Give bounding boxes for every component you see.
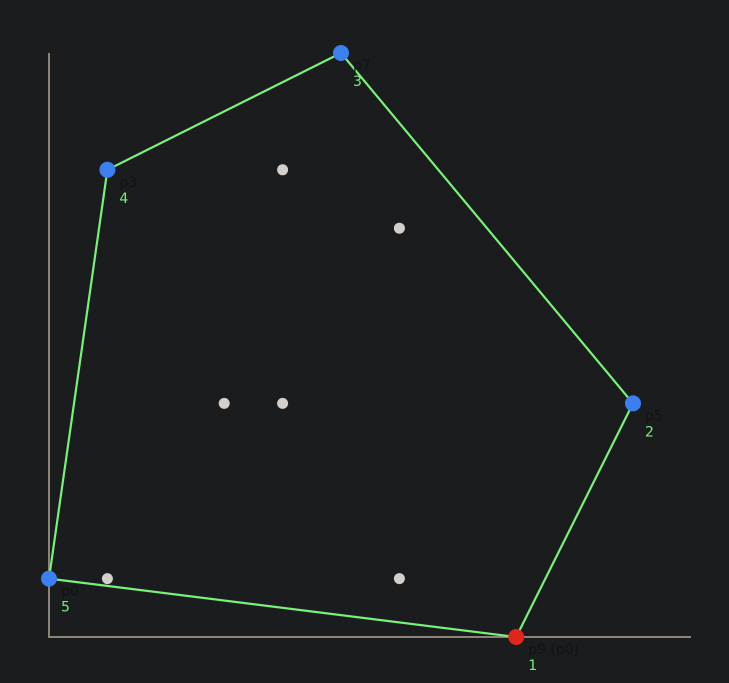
interior-point-1 xyxy=(101,573,113,585)
interior-point-3 xyxy=(218,397,230,409)
vertex-order-label-p9: 1 xyxy=(528,658,537,674)
hull-vertices xyxy=(41,45,641,645)
vertex-order-label-p0: 5 xyxy=(61,600,70,616)
start-vertex-p9 xyxy=(508,629,525,645)
vertex-name-label-p3: p3 xyxy=(119,175,137,191)
hull-vertex-p0 xyxy=(41,570,57,587)
hull-edges xyxy=(47,51,635,639)
hull-vertex-p7 xyxy=(333,45,349,61)
vertex-name-label-p7: p7 xyxy=(353,58,371,74)
vertex-name-label-p9: p9 (p0) xyxy=(528,642,579,658)
vertex-name-label-p5: p5 xyxy=(645,408,663,424)
vertex-order-label-p7: 3 xyxy=(353,74,362,90)
vertex-order-label-p5: 2 xyxy=(645,424,654,440)
hull-vertex-p3 xyxy=(99,161,116,178)
hull-polygon xyxy=(47,51,635,639)
interior-point-5 xyxy=(277,164,289,176)
interior-point-6 xyxy=(393,222,405,234)
vertex-name-label-p0: p0 xyxy=(61,584,79,600)
convex-hull-diagram: p9 (p0)1 p52 p73 p34 p05 xyxy=(41,45,691,674)
interior-points xyxy=(101,164,405,585)
hull-vertex-p5 xyxy=(625,395,641,412)
vertex-order-label-p3: 4 xyxy=(119,191,128,207)
interior-point-2 xyxy=(393,573,405,585)
axes xyxy=(48,53,691,638)
interior-point-4 xyxy=(277,397,289,409)
vertex-labels: p9 (p0)1 p52 p73 p34 p05 xyxy=(61,58,663,674)
